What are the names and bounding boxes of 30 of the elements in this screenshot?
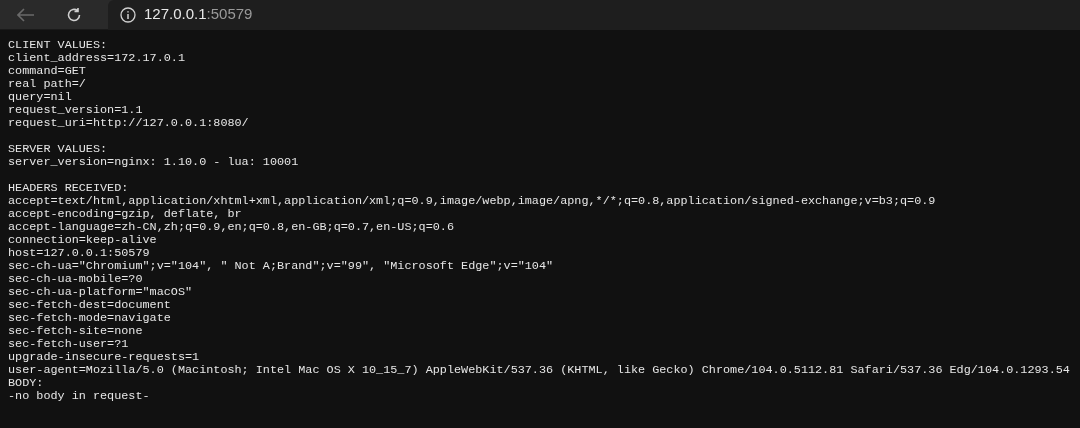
text-line: sec-ch-ua-mobile=?0	[8, 273, 143, 286]
text-line: sec-ch-ua="Chromium";v="104", " Not A;Brand";v="99", "Microsoft Edge";v="104"	[8, 260, 554, 273]
section-heading: SERVER VALUES:	[8, 141, 108, 156]
address-bar[interactable]: 127.0.0.1:50579	[108, 0, 1080, 30]
text-line: user-agent=Mozilla/5.0 (Macintosh; Intel Mac OS X 10_15_7) AppleWebKit/537.36 (KHTML, like Gecko) Chrome/104.0.5112.81 Safari/537.36 Edg/104.0.1293.54	[8, 364, 1070, 377]
text-line: request_uri=http://127.0.0.1:8080/	[8, 117, 249, 130]
section-heading: BODY:	[8, 377, 44, 390]
text-line: request_version=1.1	[8, 104, 143, 117]
reload-icon[interactable]	[66, 6, 82, 23]
section-heading: HEADERS RECEIVED:	[8, 180, 129, 195]
text-line: client_address=172.17.0.1	[8, 52, 185, 65]
text-line: server_version=nginx: 1.10.0 - lua: 10001	[8, 156, 299, 169]
text-line: upgrade-insecure-requests=1	[8, 351, 200, 364]
text-line: sec-ch-ua-platform="macOS"	[8, 286, 193, 299]
text-line: accept=text/html,application/xhtml+xml,application/xml;q=0.9,image/webp,image/apng,*/*;q=0.8,application/signed-exchange;v=b3;q=0.9	[8, 195, 936, 208]
text-line: -no body in request-	[8, 390, 150, 403]
text-line: command=GET	[8, 65, 86, 78]
text-line: query=nil	[8, 91, 72, 104]
text-line: host=127.0.0.1:50579	[8, 247, 150, 260]
text-line: accept-language=zh-CN,zh;q=0.9,en;q=0.8,en-GB;q=0.7,en-US;q=0.6	[8, 221, 454, 234]
text-line: sec-fetch-site=none	[8, 325, 143, 338]
text-line: sec-fetch-dest=document	[8, 299, 171, 312]
text-line: accept-encoding=gzip, deflate, br	[8, 208, 242, 221]
text-line: sec-fetch-mode=navigate	[8, 312, 171, 325]
section-heading: CLIENT VALUES:	[8, 39, 108, 52]
info-icon[interactable]	[120, 6, 136, 23]
text-line: real path=/	[8, 78, 86, 91]
text-line: sec-fetch-user=?1	[8, 338, 129, 351]
text-line: connection=keep-alive	[8, 234, 157, 247]
url-text: 127.0.0.1:50579	[144, 4, 253, 25]
